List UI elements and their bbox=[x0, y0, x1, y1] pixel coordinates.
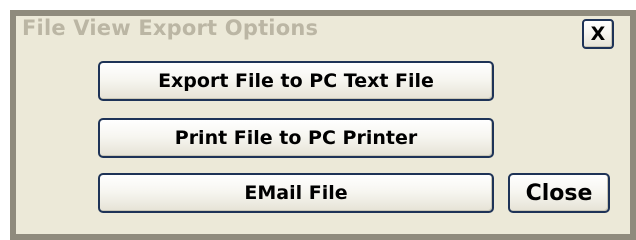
email-file-button[interactable]: EMail File bbox=[98, 173, 494, 213]
dialog-title: File View Export Options bbox=[22, 16, 319, 40]
close-button[interactable]: Close bbox=[508, 173, 610, 213]
export-to-text-file-button[interactable]: Export File to PC Text File bbox=[98, 61, 494, 101]
close-x-button[interactable]: X bbox=[582, 19, 614, 49]
print-to-printer-button[interactable]: Print File to PC Printer bbox=[98, 118, 494, 158]
